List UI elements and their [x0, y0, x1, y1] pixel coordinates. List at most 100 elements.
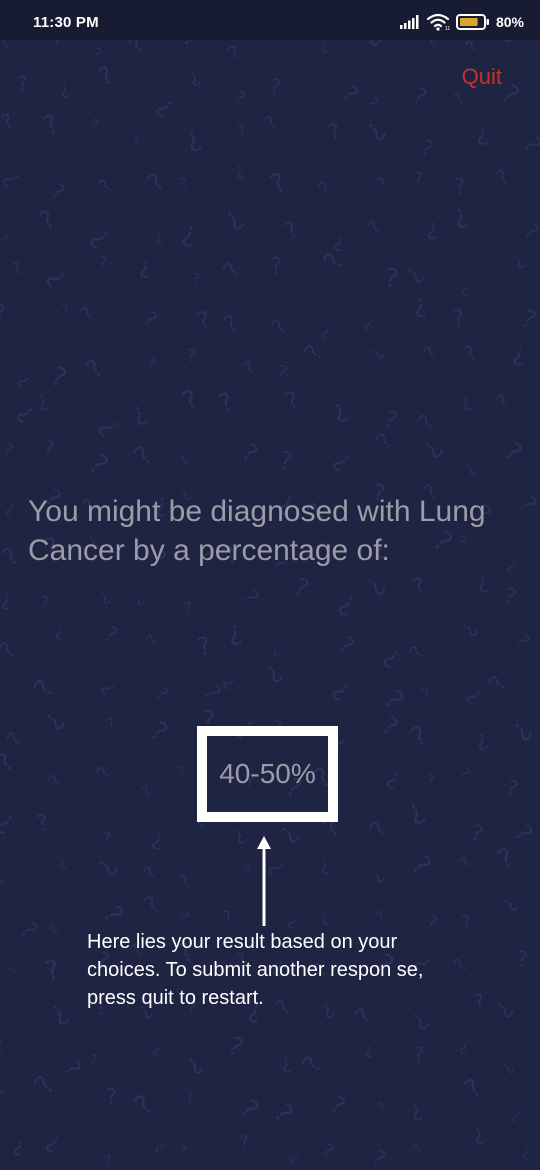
signal-icon [399, 15, 419, 29]
pattern-glyph: ? [0, 231, 10, 248]
pattern-glyph: ? [365, 817, 393, 842]
pattern-glyph: ¿ [495, 892, 521, 914]
pattern-glyph: ? [58, 1057, 85, 1080]
pattern-glyph: ¿ [185, 1085, 196, 1104]
pattern-glyph: ? [214, 387, 238, 420]
pattern-glyph: ? [15, 71, 29, 96]
pattern-glyph: ¿ [95, 585, 113, 607]
pattern-glyph: ? [187, 346, 197, 366]
up-arrow-icon [257, 836, 271, 926]
pattern-glyph: ¿ [54, 621, 66, 641]
pattern-glyph: ¿ [4, 498, 18, 518]
pattern-glyph: ? [267, 314, 292, 338]
pattern-glyph: ? [337, 81, 364, 108]
pattern-glyph: ? [237, 438, 264, 468]
pattern-glyph: ? [361, 94, 382, 114]
pattern-glyph: ? [151, 684, 171, 705]
quit-button[interactable]: Quit [462, 64, 502, 90]
pattern-glyph: ¿ [55, 852, 70, 872]
pattern-glyph: ? [48, 40, 75, 52]
pattern-glyph: ? [0, 440, 15, 461]
pattern-glyph: ? [406, 720, 433, 754]
pattern-glyph: ? [145, 716, 173, 747]
pattern-glyph: ¿ [86, 221, 118, 253]
pattern-glyph: ¿ [181, 121, 205, 155]
pattern-glyph: ? [325, 1092, 349, 1121]
pattern-glyph: ? [223, 1031, 247, 1064]
pattern-glyph: ? [460, 911, 473, 934]
pattern-glyph: ? [375, 1100, 389, 1118]
pattern-glyph: ? [493, 391, 514, 413]
pattern-glyph: ¿ [139, 254, 152, 280]
pattern-glyph: ? [193, 305, 214, 337]
pattern-glyph: ? [380, 406, 401, 435]
pattern-glyph: ? [451, 306, 465, 332]
pattern-glyph: ¿ [489, 995, 517, 1021]
pattern-glyph: ¿ [364, 863, 387, 885]
pattern-glyph: ? [404, 641, 430, 663]
pattern-glyph: ¿ [460, 277, 472, 297]
pattern-glyph: ¿ [317, 908, 332, 928]
pattern-glyph: ¿ [453, 617, 481, 640]
pattern-glyph: ¿ [449, 198, 471, 232]
pattern-glyph: ¿ [459, 458, 480, 478]
pattern-glyph: ? [503, 775, 522, 801]
pattern-glyph: ¿ [332, 230, 346, 253]
pattern-glyph: ? [177, 1142, 188, 1160]
pattern-glyph: ¿ [278, 1049, 293, 1075]
pattern-glyph: ? [103, 1152, 112, 1170]
pattern-glyph: ? [88, 1053, 98, 1070]
diagnosis-prompt: You might be diagnosed with Lung Cancer … [28, 495, 486, 567]
pattern-glyph: ? [267, 1099, 299, 1129]
pattern-glyph: ? [0, 1036, 8, 1058]
pattern-glyph: ¿ [185, 64, 202, 88]
pattern-glyph: ¿ [126, 396, 150, 428]
pattern-glyph: ? [0, 637, 22, 663]
pattern-glyph: ¿ [510, 250, 527, 271]
pattern-glyph: ¿ [504, 713, 536, 745]
pattern-glyph: ¿ [11, 1133, 28, 1158]
pattern-glyph: ¿ [172, 448, 192, 466]
pattern-glyph: ¿ [463, 682, 488, 706]
pattern-glyph: ? [455, 853, 476, 872]
pattern-glyph: ? [46, 361, 70, 394]
pattern-glyph: ¿ [406, 1094, 425, 1123]
pattern-glyph: ? [453, 174, 467, 200]
pattern-glyph: ? [374, 908, 388, 926]
pattern-glyph: ? [93, 763, 116, 783]
pattern-glyph: ¿ [269, 641, 281, 659]
pattern-glyph: ? [143, 631, 162, 649]
result-percentage: 40-50% [219, 758, 316, 789]
pattern-glyph: ? [382, 263, 400, 296]
pattern-glyph: ¿ [458, 392, 473, 414]
pattern-glyph: ? [2, 728, 28, 751]
pattern-glyph: ? [231, 88, 249, 110]
pattern-glyph: ? [462, 40, 482, 58]
pattern-glyph: ¿ [225, 616, 243, 648]
pattern-glyph: ¿ [475, 568, 491, 595]
pattern-glyph: ? [178, 175, 191, 193]
pattern-glyph: ¿ [0, 804, 22, 838]
pattern-glyph: ¿ [287, 1149, 304, 1165]
pattern-glyph: ? [198, 680, 226, 705]
pattern-glyph: ? [459, 340, 480, 366]
pattern-glyph: ? [409, 1141, 428, 1159]
pattern-glyph: ¿ [42, 994, 73, 1029]
pattern-glyph: ¿ [220, 673, 241, 693]
pattern-glyph: ¿ [88, 852, 121, 880]
pattern-glyph: ¿ [365, 1039, 374, 1058]
pattern-glyph: ? [367, 1145, 390, 1170]
pattern-glyph: ¿ [257, 655, 285, 686]
pattern-glyph: ? [508, 819, 539, 847]
pattern-glyph: ? [511, 632, 533, 651]
pattern-glyph: ? [46, 179, 69, 205]
pattern-glyph: ¿ [476, 118, 489, 146]
result-screen: ??????? ¿ ¿?? ¿? ¿? ¿ ¿?????????? ¿ ¿??? ¿? ¿? ¿???… [0, 0, 540, 1170]
pattern-glyph: ? [105, 1084, 117, 1110]
pattern-glyph: ¿ [150, 826, 166, 852]
pattern-glyph: ¿ [509, 1105, 525, 1123]
pattern-glyph: ? [145, 355, 158, 375]
pattern-glyph: ? [0, 747, 20, 779]
pattern-glyph: ? [182, 598, 193, 618]
pattern-glyph: ¿ [180, 1050, 206, 1078]
